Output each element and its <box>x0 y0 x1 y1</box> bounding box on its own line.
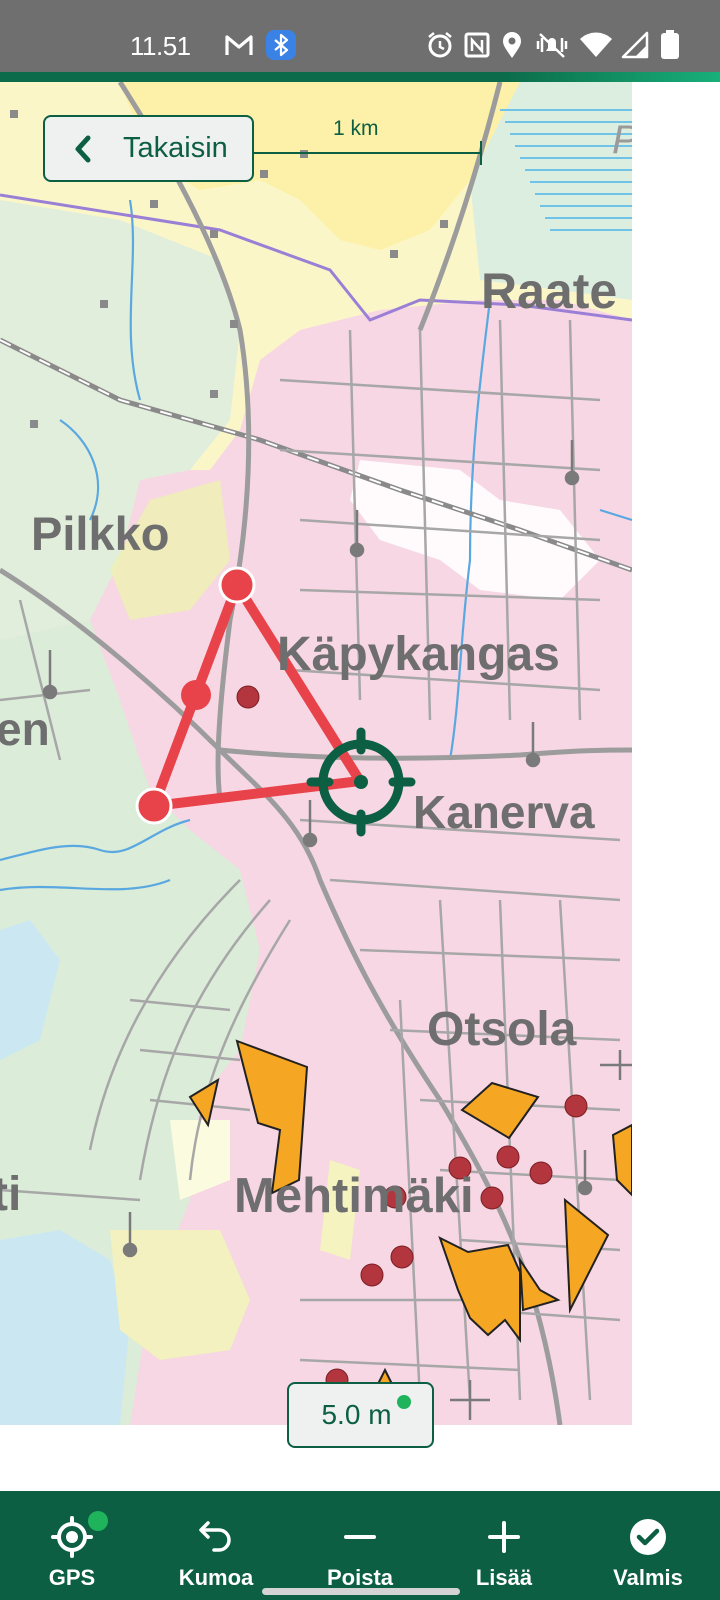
place-label: Pilkko <box>31 507 170 560</box>
plus-icon <box>482 1515 526 1559</box>
polygon-vertex[interactable] <box>218 566 256 604</box>
place-label: Mehtimäki <box>234 1169 474 1223</box>
scale-bar-tick <box>480 141 482 165</box>
signal-icon <box>620 30 650 60</box>
gmail-icon <box>222 30 256 60</box>
place-label: Käpykangas <box>277 628 560 681</box>
undo-label: Kumoa <box>178 1565 254 1590</box>
status-bar: 11.51 <box>0 0 720 72</box>
place-label: P <box>612 118 632 163</box>
progress-strip <box>0 72 720 82</box>
place-label: ti <box>0 1168 22 1221</box>
bottom-toolbar: GPS Kumoa Poista Lisää Valmis <box>0 1491 720 1600</box>
chevron-left-icon <box>75 135 91 162</box>
done-label: Valmis <box>613 1565 683 1590</box>
back-label: Takaisin <box>123 132 228 164</box>
place-label: en <box>0 703 50 755</box>
wifi-icon <box>578 30 614 60</box>
gps-active-dot <box>88 1511 108 1531</box>
place-label: Otsola <box>427 1003 577 1056</box>
vibrate-icon <box>534 30 570 60</box>
minus-icon <box>338 1515 382 1559</box>
add-label: Lisää <box>475 1565 533 1590</box>
polygon-vertex[interactable] <box>135 787 173 825</box>
scale-label: 1 km <box>333 117 379 140</box>
gps-button[interactable]: GPS <box>0 1491 144 1600</box>
home-indicator[interactable] <box>262 1588 460 1595</box>
map-view[interactable]: Raate Pilkko Käpykangas Kanerva Otsola M… <box>0 82 632 1425</box>
location-icon <box>498 30 526 60</box>
undo-button[interactable]: Kumoa <box>144 1491 288 1600</box>
gps-accuracy-value: 5.0 m <box>321 1399 392 1430</box>
nfc-icon <box>462 30 492 60</box>
check-circle-icon <box>626 1515 670 1559</box>
polygon-midpoint[interactable] <box>181 680 211 710</box>
undo-icon <box>194 1515 238 1559</box>
gps-status-dot <box>397 1395 411 1409</box>
place-label: Raate <box>481 263 618 319</box>
done-button[interactable]: Valmis <box>576 1491 720 1600</box>
place-label: Kanerva <box>413 786 595 838</box>
status-time: 11.51 <box>130 31 191 61</box>
back-button[interactable]: Takaisin <box>43 115 254 182</box>
gps-accuracy-chip[interactable]: 5.0 m <box>287 1382 434 1448</box>
gps-label: GPS <box>48 1565 96 1590</box>
remove-button[interactable]: Poista <box>288 1491 432 1600</box>
bluetooth-icon <box>264 30 298 60</box>
battery-icon <box>658 30 682 60</box>
scale-bar <box>252 152 482 154</box>
alarm-icon <box>424 30 456 60</box>
add-button[interactable]: Lisää <box>432 1491 576 1600</box>
